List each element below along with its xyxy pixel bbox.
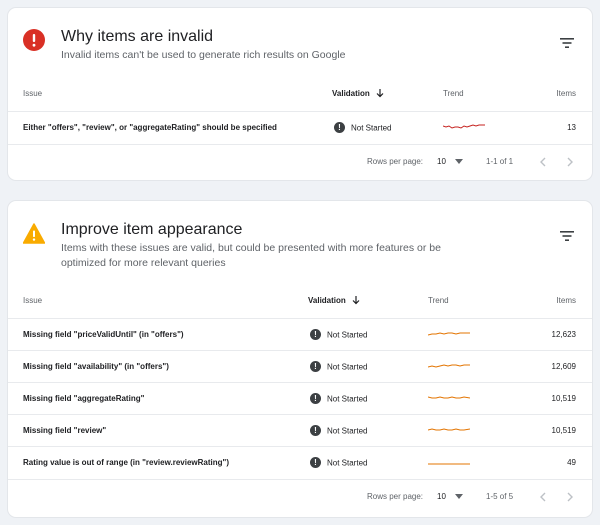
issue-name: Rating value is out of range (in "review… [23,458,229,467]
error-icon [23,29,45,51]
issue-name: Either "offers", "review", or "aggregate… [23,123,277,132]
alert-icon: ! [310,457,321,469]
alert-icon: ! [310,393,321,405]
trend-sparkline [428,332,470,336]
table-row[interactable]: Missing field "availability" (in "offers… [8,350,592,382]
trend-sparkline [428,463,470,465]
chevron-right-icon[interactable] [566,492,574,502]
validation-status: ! Not Started [310,415,367,446]
items-count: 12,623 [551,330,576,339]
rows-per-page-select[interactable]: 10 [437,145,446,179]
card-description: Items with these issues are valid, but c… [61,242,441,269]
alert-icon: ! [310,425,321,437]
warning-icon [23,223,45,244]
items-count: 10,519 [551,394,576,403]
items-count: 12,609 [551,362,576,371]
table-row[interactable]: Rating value is out of range (in "review… [8,446,592,478]
table-pagination: Rows per page: 10 1-5 of 5 [8,479,592,513]
rows-per-page-label: Rows per page: [367,157,424,166]
column-header-items: Items [556,296,576,305]
validation-status-text: Not Started [327,394,368,404]
column-header-validation[interactable]: Validation [332,79,384,109]
validation-status: ! Not Started [310,351,367,382]
table-pagination: Rows per page: 10 1-1 of 1 [8,144,592,178]
card-title: Why items are invalid [61,28,214,45]
table-row[interactable]: Missing field "review" ! Not Started 10,5… [8,414,592,446]
table-row[interactable]: Missing field "priceValidUntil" (in "off… [8,318,592,350]
validation-status-text: Not Started [327,458,368,468]
column-header-trend: Trend [443,89,464,98]
arrow-down-icon [376,89,384,98]
items-count: 10,519 [551,426,576,435]
validation-status: ! Not Started [310,447,367,478]
pagination-range: 1-5 of 5 [486,492,514,501]
issue-name: Missing field "priceValidUntil" (in "off… [23,330,184,339]
chevron-left-icon[interactable] [539,157,547,167]
validation-status-text: Not Started [327,362,368,372]
caret-down-icon[interactable] [455,159,463,164]
column-header-trend: Trend [428,296,449,305]
validation-status: ! Not Started [310,319,367,350]
table-header: Issue Validation Trend Items [8,286,592,316]
column-header-items: Items [556,89,576,98]
caret-down-icon[interactable] [455,494,463,499]
invalid-items-card: Why items are invalid Invalid items can'… [8,8,592,180]
improve-appearance-card: Improve item appearance Items with these… [8,201,592,517]
chevron-left-icon[interactable] [539,492,547,502]
card-title: Improve item appearance [61,221,243,238]
trend-sparkline [428,364,470,368]
table-row[interactable]: Either "offers", "review", or "aggregate… [8,111,592,143]
card-description: Invalid items can't be used to generate … [61,49,346,61]
table-row[interactable]: Missing field "aggregateRating" ! Not Sta… [8,382,592,414]
validation-status-text: Not Started [327,330,368,340]
column-header-validation-label: Validation [308,296,346,305]
filter-icon[interactable] [560,37,574,49]
column-header-validation-label: Validation [332,89,370,98]
validation-status-text: Not Started [327,426,368,436]
column-header-issue: Issue [23,89,43,98]
filter-icon[interactable] [560,230,574,242]
items-count: 49 [567,458,576,467]
trend-sparkline [443,124,485,129]
issue-name: Missing field "aggregateRating" [23,394,145,403]
items-count: 13 [567,123,576,132]
chevron-right-icon[interactable] [566,157,574,167]
rows-per-page-label: Rows per page: [367,492,424,501]
trend-sparkline [428,396,470,399]
table-header: Issue Validation Trend Items [8,79,592,109]
validation-status-text: Not Started [351,123,392,133]
validation-status: ! Not Started [310,383,367,414]
arrow-down-icon [352,296,360,305]
column-header-issue: Issue [23,296,43,305]
alert-icon: ! [310,329,321,341]
column-header-validation[interactable]: Validation [308,286,360,316]
trend-sparkline [428,428,470,431]
issue-name: Missing field "availability" (in "offers… [23,362,169,371]
validation-status: ! Not Started [334,112,391,143]
pagination-range: 1-1 of 1 [486,157,514,166]
issue-name: Missing field "review" [23,426,107,435]
alert-icon: ! [310,361,321,373]
rows-per-page-select[interactable]: 10 [437,480,446,514]
alert-icon: ! [334,122,345,134]
